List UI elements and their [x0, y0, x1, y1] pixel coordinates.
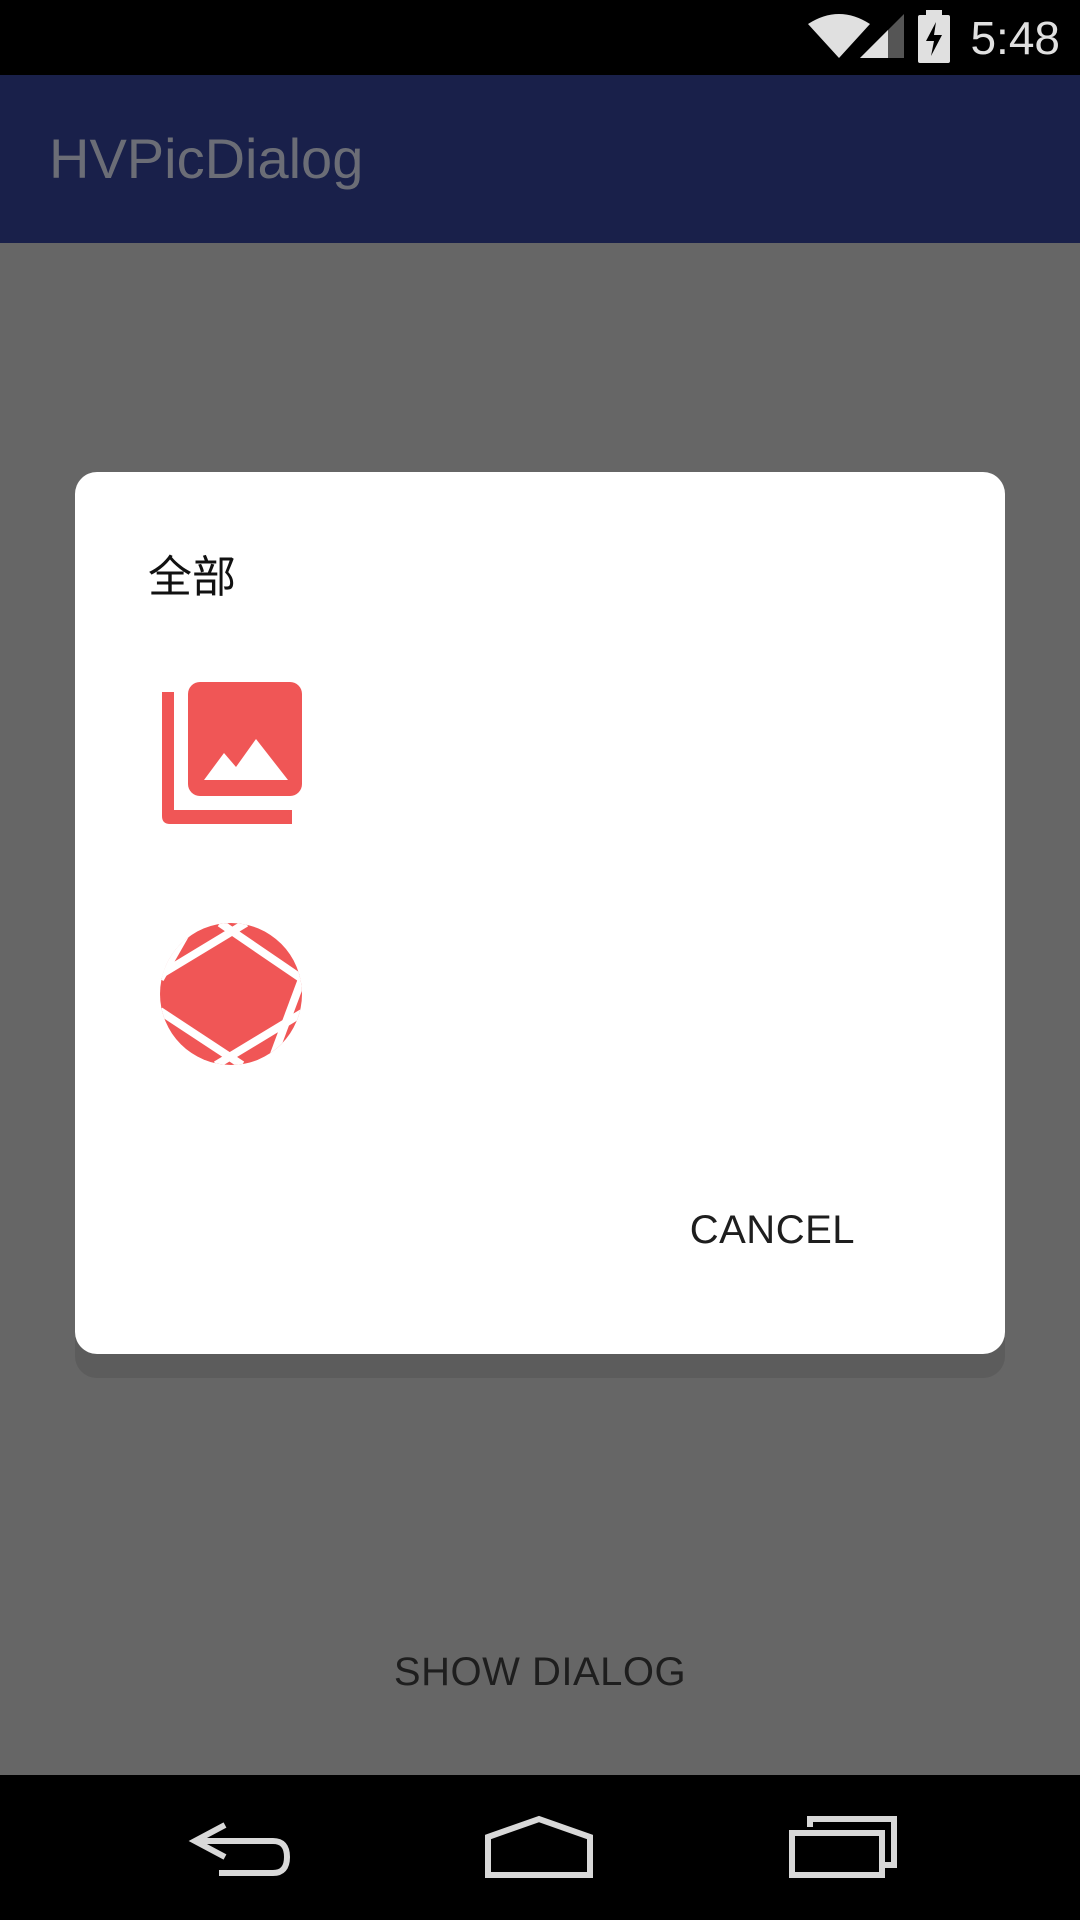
screen: 5:48 HVPicDialog SHOW DIALOG 全部 CANCEL	[0, 0, 1080, 1920]
dialog-title: 全部	[148, 552, 236, 603]
pic-dialog: 全部 CANCEL	[75, 472, 1005, 1354]
gallery-option[interactable]	[160, 682, 302, 824]
recents-icon[interactable]	[788, 1815, 898, 1879]
status-bar: 5:48	[0, 0, 1080, 75]
cancel-button[interactable]: CANCEL	[690, 1202, 855, 1258]
show-dialog-button[interactable]: SHOW DIALOG	[0, 1650, 1080, 1695]
battery-charging-icon	[918, 10, 950, 63]
home-icon[interactable]	[484, 1815, 594, 1879]
nav-bar	[0, 1775, 1080, 1920]
camera-shutter-icon	[160, 923, 302, 1065]
status-clock: 5:48	[970, 12, 1060, 64]
app-bar: HVPicDialog	[0, 75, 1080, 243]
photo-library-icon	[162, 682, 302, 824]
back-icon[interactable]	[185, 1815, 295, 1879]
signal-icon	[860, 14, 904, 58]
app-title: HVPicDialog	[49, 127, 364, 190]
camera-option[interactable]	[160, 923, 302, 1065]
